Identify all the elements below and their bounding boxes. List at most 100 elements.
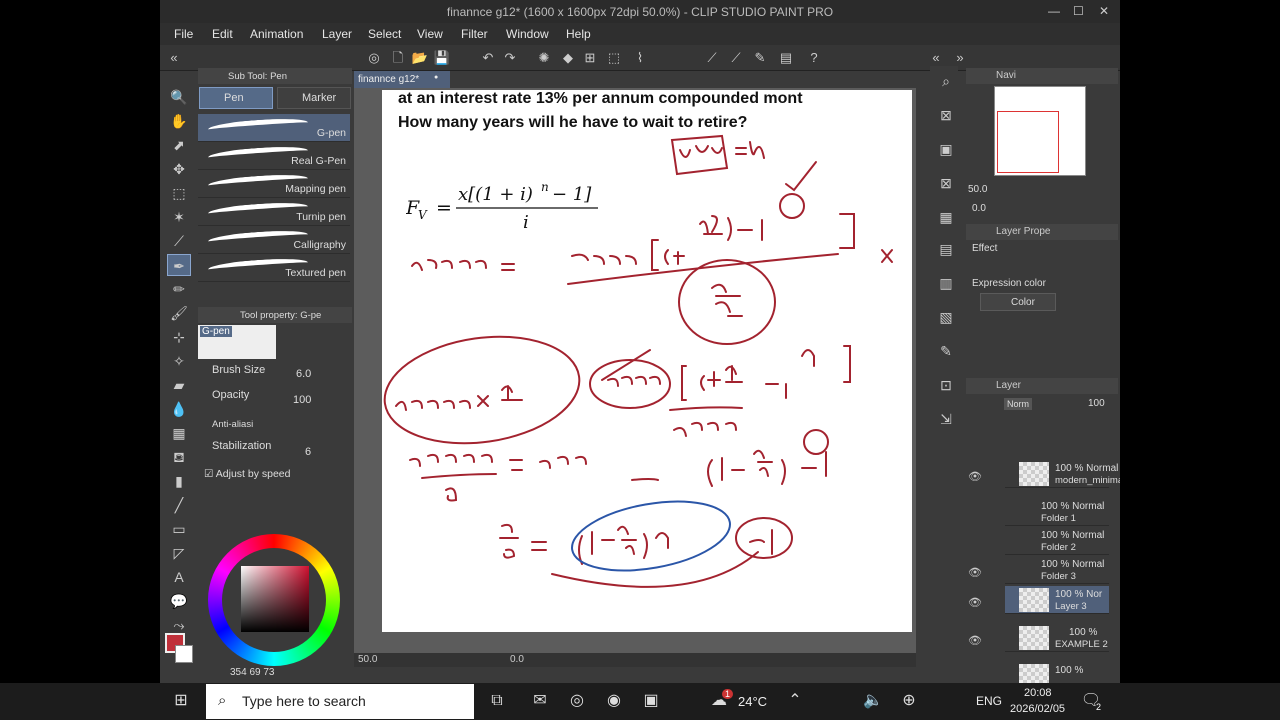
- figure-tool-icon[interactable]: ╱: [167, 494, 191, 516]
- new-file-icon[interactable]: 🗋: [388, 48, 408, 68]
- material-icon[interactable]: ⊠: [934, 104, 958, 126]
- brush-calligraphy[interactable]: Calligraphy: [198, 226, 350, 254]
- layer-search-icon[interactable]: ⊠: [934, 172, 958, 194]
- zoom-tool-icon[interactable]: 🔍: [167, 86, 191, 108]
- help-icon[interactable]: ?: [804, 48, 824, 68]
- menu-help[interactable]: Help: [566, 27, 591, 41]
- eyedropper-icon[interactable]: ⟋: [167, 230, 191, 252]
- eraser-tool-icon[interactable]: ▰: [167, 374, 191, 396]
- stabilization-value[interactable]: 6: [305, 446, 311, 458]
- clear-icon[interactable]: ✺: [534, 48, 554, 68]
- search-icon[interactable]: ⌕: [934, 70, 958, 92]
- balloon-tool-icon[interactable]: ◸: [167, 542, 191, 564]
- brush-size-value[interactable]: 6.0: [296, 368, 311, 380]
- edit-ruler-icon[interactable]: ✎: [750, 48, 770, 68]
- canvas-paper[interactable]: at an interest rate 13% per annum compou…: [382, 90, 912, 632]
- device-icon[interactable]: ▤: [776, 48, 796, 68]
- edit-icon[interactable]: ✎: [934, 340, 958, 362]
- pencil-tool-icon[interactable]: ✏: [167, 278, 191, 300]
- stack-icon[interactable]: ▥: [934, 272, 958, 294]
- collapse-right2-icon[interactable]: »: [950, 48, 970, 68]
- menu-layer[interactable]: Layer: [322, 27, 352, 41]
- tab-pen[interactable]: Pen: [199, 87, 273, 109]
- menu-filter[interactable]: Filter: [461, 27, 488, 41]
- redo-icon[interactable]: ↷: [500, 48, 520, 68]
- save-icon[interactable]: 💾: [432, 48, 452, 68]
- gradient-tool-icon[interactable]: ▮: [167, 470, 191, 492]
- brush-mapping-pen[interactable]: Mapping pen: [198, 170, 350, 198]
- blend-mode-select[interactable]: Norm: [1004, 398, 1032, 410]
- layer-item[interactable]: 100 %: [1005, 662, 1109, 683]
- eye-icon[interactable]: 👁: [968, 634, 982, 647]
- minimize-button[interactable]: —: [1048, 4, 1060, 18]
- history-icon[interactable]: ▣: [934, 138, 958, 160]
- close-button[interactable]: ✕: [1099, 4, 1109, 18]
- windows-start-icon[interactable]: ⊞: [168, 688, 194, 714]
- document-tab[interactable]: finannce g12* ●: [354, 71, 450, 88]
- clip-studio-icon[interactable]: ◎: [364, 48, 384, 68]
- menu-view[interactable]: View: [417, 27, 443, 41]
- layer-opacity[interactable]: 100: [1088, 398, 1105, 409]
- hand-tool-icon[interactable]: ✋: [167, 110, 191, 132]
- navigator-angle[interactable]: 0.0: [972, 203, 986, 214]
- expression-color-select[interactable]: Color: [980, 293, 1056, 311]
- fill-icon[interactable]: ◆: [558, 48, 578, 68]
- brush-textured-pen[interactable]: Textured pen: [198, 254, 350, 282]
- ruler-icon[interactable]: ⟋: [702, 48, 722, 68]
- grid-icon[interactable]: ▦: [934, 206, 958, 228]
- eye-icon[interactable]: 👁: [968, 470, 982, 483]
- eye-icon[interactable]: 👁: [968, 596, 982, 609]
- snap-ruler-icon[interactable]: ⟋: [726, 48, 746, 68]
- selection-tool-icon[interactable]: ⬚: [167, 182, 191, 204]
- brush-g-pen[interactable]: G-pen: [198, 114, 350, 142]
- recorder-icon[interactable]: ▣: [638, 688, 664, 714]
- opacity-value[interactable]: 100: [293, 394, 311, 406]
- collapse-right-icon[interactable]: «: [926, 48, 946, 68]
- sub-color-swatch[interactable]: [175, 645, 193, 663]
- decoration-tool-icon[interactable]: ✧: [167, 350, 191, 372]
- outlook-icon[interactable]: ✉: [527, 688, 553, 714]
- layer-item[interactable]: 100 % Normal Folder 3: [1005, 556, 1109, 584]
- navigator-zoom[interactable]: 50.0: [968, 184, 987, 195]
- tray-chevron-icon[interactable]: ⌃: [782, 688, 808, 714]
- menu-window[interactable]: Window: [506, 27, 549, 41]
- brush-real-g-pen[interactable]: Real G-Pen: [198, 142, 350, 170]
- airbrush-tool-icon[interactable]: ⊹: [167, 326, 191, 348]
- clip-studio-paint-icon[interactable]: ◉: [601, 688, 627, 714]
- tab-marker[interactable]: Marker: [277, 87, 351, 109]
- frame-tool-icon[interactable]: ▭: [167, 518, 191, 540]
- export-icon[interactable]: ⇲: [934, 408, 958, 430]
- speech-balloon-icon[interactable]: 💬: [167, 590, 191, 612]
- language-indicator[interactable]: ENG: [976, 694, 1002, 708]
- fill-tool-icon[interactable]: ▦: [167, 422, 191, 444]
- weather-temp[interactable]: 24°C: [738, 694, 767, 709]
- network-icon[interactable]: ⊕: [896, 688, 922, 714]
- saturation-square[interactable]: [241, 566, 309, 632]
- operation-tool-icon[interactable]: ⬈: [167, 134, 191, 156]
- menu-edit[interactable]: Edit: [212, 27, 233, 41]
- transform-icon[interactable]: ⊞: [580, 48, 600, 68]
- bucket-tool-icon[interactable]: ⛾: [167, 446, 191, 468]
- navigator-viewport[interactable]: [997, 111, 1059, 173]
- text-tool-icon[interactable]: A: [167, 566, 191, 588]
- auto-select-icon[interactable]: ✶: [167, 206, 191, 228]
- navigator-preview[interactable]: [994, 86, 1086, 176]
- snap-icon[interactable]: ⌇: [630, 48, 650, 68]
- layer-item[interactable]: 100 % Normal Folder 2: [1005, 527, 1109, 555]
- image-icon[interactable]: ▧: [934, 306, 958, 328]
- menu-animation[interactable]: Animation: [250, 27, 303, 41]
- move-layer-icon[interactable]: ✥: [167, 158, 191, 180]
- brush-turnip-pen[interactable]: Turnip pen: [198, 198, 350, 226]
- layer-item[interactable]: 100 % Normalmodern_minimal_: [1005, 460, 1120, 488]
- collapse-left-icon[interactable]: «: [164, 48, 184, 68]
- clip-studio-taskbar-icon[interactable]: ◎: [564, 688, 590, 714]
- panel-icon[interactable]: ▤: [934, 238, 958, 260]
- eye-icon[interactable]: 👁: [968, 566, 982, 579]
- volume-icon[interactable]: 🔈: [860, 688, 886, 714]
- layer-item-selected[interactable]: 100 % Nor Layer 3: [1005, 586, 1109, 614]
- status-angle[interactable]: 0.0: [510, 654, 524, 665]
- blend-tool-icon[interactable]: 💧: [167, 398, 191, 420]
- menu-file[interactable]: File: [174, 27, 193, 41]
- select-all-icon[interactable]: ⬚: [604, 48, 624, 68]
- adjust-speed-checkbox[interactable]: ☑ Adjust by speed: [204, 468, 290, 480]
